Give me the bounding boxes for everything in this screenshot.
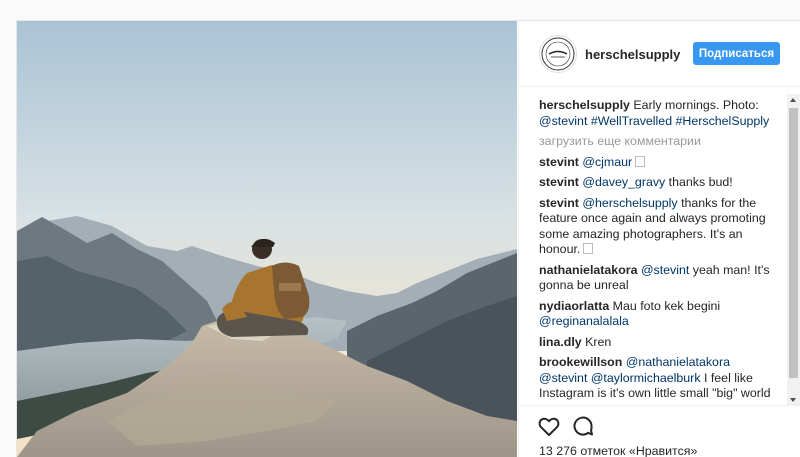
comments-list: herschelsupply Early mornings. Photo: @s…: [539, 98, 779, 404]
post-card: herschelsupply Подписаться herschelsuppl…: [16, 20, 800, 457]
comment-mention[interactable]: @stevint: [641, 263, 689, 277]
comment: stevint @cjmaur: [539, 155, 779, 171]
comment-user[interactable]: lina.dly: [539, 335, 582, 349]
herschel-logo-icon: [541, 37, 575, 71]
scroll-up-icon[interactable]: [790, 98, 796, 102]
scroll-down-icon[interactable]: [790, 398, 796, 402]
comment-mention[interactable]: @reginanalalala: [539, 314, 629, 328]
comment: brookewillson @nathanielatakora @stevint…: [539, 355, 779, 404]
mountain-photo: [17, 21, 517, 457]
comments-scrollbar[interactable]: [787, 94, 800, 406]
caption-user[interactable]: herschelsupply: [539, 98, 630, 112]
post-sidebar: herschelsupply Подписаться herschelsuppl…: [518, 21, 800, 457]
load-more-comments[interactable]: загрузить еще комментарии: [539, 134, 779, 150]
comment-mention[interactable]: @davey_gravy: [582, 175, 665, 189]
comment: stevint @herschelsupply thanks for the f…: [539, 196, 779, 258]
likes-count[interactable]: 13 276 отметок «Нравится»: [539, 444, 697, 457]
comment-user[interactable]: nathanielatakora: [539, 263, 637, 277]
comment-user[interactable]: brookewillson: [539, 355, 622, 369]
comment: nathanielatakora @stevint yeah man! It's…: [539, 263, 779, 294]
comment-text: Mau foto kek begini: [609, 298, 721, 313]
comment-text: thanks bud!: [665, 175, 733, 189]
avatar[interactable]: [539, 35, 577, 73]
comment-user[interactable]: nydiaorlatta: [539, 299, 609, 313]
comment-mention[interactable]: @herschelsupply: [582, 196, 677, 210]
scrollbar-thumb[interactable]: [789, 108, 798, 378]
post-username[interactable]: herschelsupply: [585, 47, 680, 62]
follow-button[interactable]: Подписаться: [693, 42, 780, 65]
comment-user[interactable]: stevint: [539, 175, 579, 189]
comment-text: Kren: [581, 334, 612, 349]
comment: lina.dly Kren: [539, 335, 779, 351]
post-actions: 13 276 отметок «Нравится»: [519, 405, 800, 457]
heart-icon[interactable]: [537, 414, 561, 438]
comment-user[interactable]: stevint: [539, 155, 579, 169]
comment-mention[interactable]: @cjmaur: [582, 155, 632, 169]
caption-text: Early mornings. Photo:: [629, 98, 759, 112]
post-header: herschelsupply Подписаться: [519, 21, 800, 87]
comment-user[interactable]: stevint: [539, 196, 579, 210]
emoji-icon: [583, 243, 594, 254]
comment: nydiaorlatta Mau foto kek begini @regina…: [539, 299, 779, 330]
post-photo[interactable]: [17, 21, 517, 457]
emoji-icon: [635, 155, 646, 167]
caption-link[interactable]: @stevint #WellTravelled #HerschelSupply: [539, 114, 769, 128]
comment-icon[interactable]: [571, 414, 595, 438]
comment: stevint @davey_gravy thanks bud!: [539, 175, 779, 191]
caption: herschelsupply Early mornings. Photo: @s…: [539, 98, 779, 129]
